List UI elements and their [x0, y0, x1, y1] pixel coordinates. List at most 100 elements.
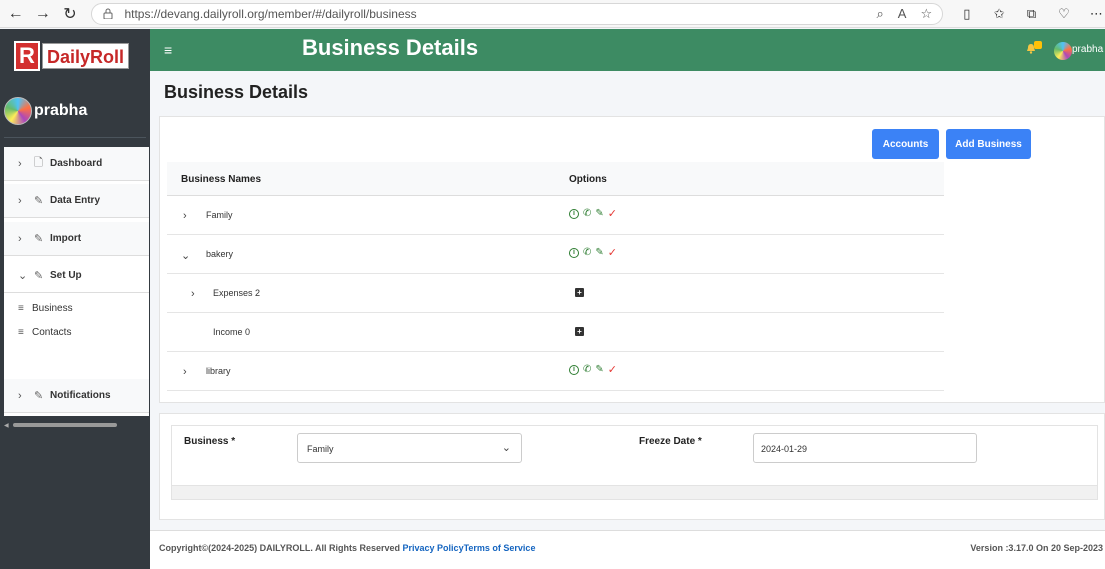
sidebar-subitem-business[interactable]: ≡ Business	[4, 296, 149, 320]
chevron-down-icon: ⌄	[501, 442, 511, 454]
business-name: bakery	[206, 249, 234, 259]
chevron-down-icon: ⌄	[18, 270, 28, 282]
scroll-left-icon[interactable]: ◀	[4, 422, 9, 429]
chevron-right-icon: ›	[18, 194, 22, 207]
pencil-icon[interactable]: ✎	[595, 248, 603, 258]
back-arrow-icon[interactable]: ←	[4, 2, 27, 26]
plus-square-icon[interactable]: +	[575, 288, 584, 297]
notification-badge	[1034, 41, 1042, 49]
health-icon[interactable]: ♡	[1055, 5, 1072, 23]
scrollbar-thumb[interactable]	[12, 423, 117, 427]
url-text: https://devang.dailyroll.org/member/#/da…	[124, 6, 417, 21]
navbar-title: Business Details	[302, 35, 479, 60]
freeze-date-card: Business * Family ⌄ Freeze Date * 2024-0…	[159, 413, 1105, 520]
freeze-date-value: 2024-01-29	[761, 444, 808, 454]
brand-logo[interactable]: R DailyRoll	[14, 41, 134, 71]
sidebar-user[interactable]: prabha	[4, 97, 87, 125]
info-icon[interactable]: i	[569, 248, 579, 258]
collapse-chevron-icon[interactable]: ⌄	[181, 249, 190, 262]
file-icon: 🗋	[34, 157, 43, 169]
column-header-options: Options	[569, 174, 607, 185]
info-icon[interactable]: i	[569, 365, 579, 375]
list-icon: ≡	[18, 302, 24, 314]
table-header: Business Names Options	[167, 162, 944, 196]
sidebar-item-set-up[interactable]: ⌄ ✎ Set Up	[4, 259, 149, 293]
privacy-policy-link[interactable]: Privacy Policy	[403, 543, 464, 553]
table-row: › Expenses 2 +	[167, 274, 944, 313]
more-menu-icon[interactable]: ⋯	[1088, 5, 1105, 23]
plus-square-icon[interactable]: +	[575, 327, 584, 336]
table-row: › library i ✆ ✎ ✓	[167, 352, 944, 391]
accounts-button[interactable]: Accounts	[872, 129, 939, 159]
category-name: Income 0	[213, 327, 251, 337]
pencil-icon: ✎	[34, 390, 44, 402]
sidebar-item-data-entry[interactable]: › ✎ Data Entry	[4, 184, 149, 218]
sidebar: R DailyRoll prabha › 🗋 Dashboard › ✎ Dat…	[0, 29, 150, 569]
footer-version: Version :3.17.0 On 20 Sep-2023	[970, 543, 1103, 553]
sidebar-item-notifications[interactable]: › ✎ Notifications	[4, 379, 149, 413]
sidebar-subitem-label: Contacts	[32, 326, 72, 338]
info-icon[interactable]: i	[569, 209, 579, 219]
add-business-button[interactable]: Add Business	[946, 129, 1031, 159]
sidebar-user-name: prabha	[34, 102, 88, 119]
business-name: Family	[206, 210, 233, 220]
check-icon[interactable]: ✓	[608, 365, 617, 376]
business-select-value: Family	[307, 444, 334, 454]
sidebar-item-label: Data Entry	[50, 195, 101, 206]
page-title: Business Details	[164, 82, 309, 102]
chevron-right-icon: ›	[18, 232, 22, 245]
expand-chevron-icon[interactable]: ›	[183, 366, 187, 378]
terms-of-service-link[interactable]: Terms of Service	[464, 543, 536, 553]
pencil-icon[interactable]: ✎	[595, 209, 603, 219]
category-name: Expenses 2	[213, 288, 261, 298]
split-screen-icon[interactable]: ▯	[958, 5, 975, 23]
freeze-date-input[interactable]: 2024-01-29	[753, 433, 977, 463]
expand-chevron-icon[interactable]: ›	[183, 210, 187, 222]
pencil-icon[interactable]: ✎	[595, 365, 603, 375]
avatar	[4, 97, 32, 125]
top-navbar: ≡ Business Details prabha	[150, 29, 1105, 71]
row-options: i ✆ ✎ ✓	[569, 248, 617, 259]
sidebar-item-import[interactable]: › ✎ Import	[4, 222, 149, 256]
business-select[interactable]: Family ⌄	[297, 433, 522, 463]
favorite-star-icon[interactable]: ☆	[920, 6, 932, 22]
logo-mark: R	[14, 41, 40, 71]
copyright-text: Copyright©(2024-2025) DAILYROLL. All Rig…	[159, 543, 403, 553]
navbar-avatar[interactable]	[1054, 42, 1072, 60]
browser-toolbar: ← → ↻ https://devang.dailyroll.org/membe…	[0, 0, 1105, 28]
sidebar-scrollbar[interactable]: ◀	[4, 422, 146, 429]
check-icon[interactable]: ✓	[608, 209, 617, 220]
check-icon[interactable]: ✓	[608, 248, 617, 259]
sidebar-menu: › 🗋 Dashboard › ✎ Data Entry › ✎ Import …	[4, 147, 149, 416]
sidebar-subitem-contacts[interactable]: ≡ Contacts	[4, 320, 149, 344]
sidebar-item-label: Import	[50, 233, 82, 244]
pencil-icon: ✎	[34, 195, 44, 207]
hamburger-menu-icon[interactable]: ≡	[164, 42, 172, 58]
sidebar-item-dashboard[interactable]: › 🗋 Dashboard	[4, 147, 149, 181]
collections-icon[interactable]: ⧉	[1023, 5, 1040, 23]
business-list-card: Accounts Add Business Business Names Opt…	[159, 116, 1105, 403]
footer-copyright: Copyright©(2024-2025) DAILYROLL. All Rig…	[159, 543, 535, 553]
row-options: i ✆ ✎ ✓	[569, 209, 617, 220]
forward-arrow-icon[interactable]: →	[31, 2, 54, 26]
zoom-icon[interactable]: ⌕	[877, 6, 884, 22]
phone-icon[interactable]: ✆	[583, 365, 591, 375]
read-aloud-icon[interactable]: A	[898, 6, 907, 22]
address-bar[interactable]: https://devang.dailyroll.org/member/#/da…	[91, 2, 944, 25]
navbar-user-name[interactable]: prabha	[1072, 44, 1103, 55]
pencil-icon: ✎	[34, 233, 44, 245]
expand-chevron-icon[interactable]: ›	[191, 288, 195, 300]
business-label: Business *	[184, 436, 236, 447]
phone-icon[interactable]: ✆	[583, 209, 591, 219]
business-name: library	[206, 366, 231, 376]
favorites-icon[interactable]: ✩	[991, 5, 1008, 23]
sidebar-divider	[4, 137, 146, 138]
freeze-date-form: Business * Family ⌄ Freeze Date * 2024-0…	[171, 425, 1098, 500]
sidebar-subitem-label: Business	[32, 302, 73, 314]
lock-icon	[102, 8, 114, 20]
table-row: › Family i ✆ ✎ ✓	[167, 196, 944, 235]
chevron-right-icon: ›	[18, 157, 22, 170]
reload-icon[interactable]: ↻	[58, 2, 81, 26]
form-footer-band	[172, 485, 1097, 499]
phone-icon[interactable]: ✆	[583, 248, 591, 258]
